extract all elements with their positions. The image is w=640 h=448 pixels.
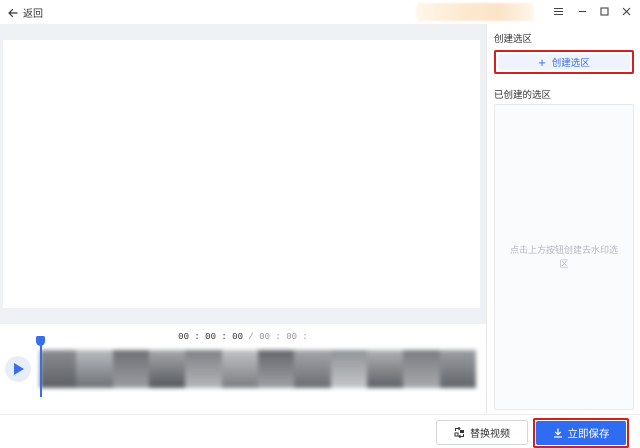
timecode: 00 : 00 : 00 / 00 : 00 : [0,332,486,342]
playhead[interactable] [36,336,46,398]
minimize-button[interactable] [575,4,589,18]
created-regions-list: 点击上方按钮创建去水印选区 [494,104,634,410]
time-separator: / [248,332,254,342]
menu-button[interactable] [551,4,565,18]
replace-video-button[interactable]: 替换视频 [436,420,528,445]
total-time: 00 : 00 : [259,332,308,342]
back-button[interactable]: 返回 [8,5,43,20]
create-region-button-inner[interactable]: + 创建选区 [498,54,630,70]
current-time: 00 : 00 : 00 [178,332,243,342]
close-icon [622,7,630,15]
save-button-highlight: 立即保存 [533,418,629,448]
create-region-button-label: 创建选区 [551,58,590,69]
create-region-button[interactable]: + 创建选区 [494,50,634,74]
minimize-icon [578,10,586,12]
preview-area [0,24,486,324]
promo-banner[interactable] [416,3,534,21]
playhead-line [40,345,42,397]
created-regions-heading: 已创建的选区 [494,90,552,101]
title-bar: 返回 [0,0,640,24]
maximize-icon [599,6,609,16]
maximize-button[interactable] [597,4,611,18]
menu-icon [553,7,563,15]
timeline: 00 : 00 : 00 / 00 : 00 : [0,324,486,414]
save-now-button[interactable]: 立即保存 [536,421,626,445]
play-button[interactable] [5,356,31,382]
close-button[interactable] [619,4,633,18]
play-icon [14,363,24,375]
arrow-left-icon [8,8,18,17]
plus-icon: + [538,54,546,70]
bottom-bar: 替换视频 立即保存 [0,414,640,448]
save-now-label: 立即保存 [567,427,610,440]
replace-video-label: 替换视频 [470,429,510,440]
create-region-heading: 创建选区 [494,34,533,45]
swap-icon [454,427,464,438]
empty-regions-hint: 点击上方按钮创建去水印选区 [509,245,618,269]
region-panel: 创建选区 + 创建选区 已创建的选区 点击上方按钮创建去水印选区 [486,24,640,414]
back-label: 返回 [23,9,43,20]
video-thumbnail-strip[interactable] [40,350,476,388]
video-preview-canvas[interactable] [3,40,480,308]
download-icon [553,428,562,438]
